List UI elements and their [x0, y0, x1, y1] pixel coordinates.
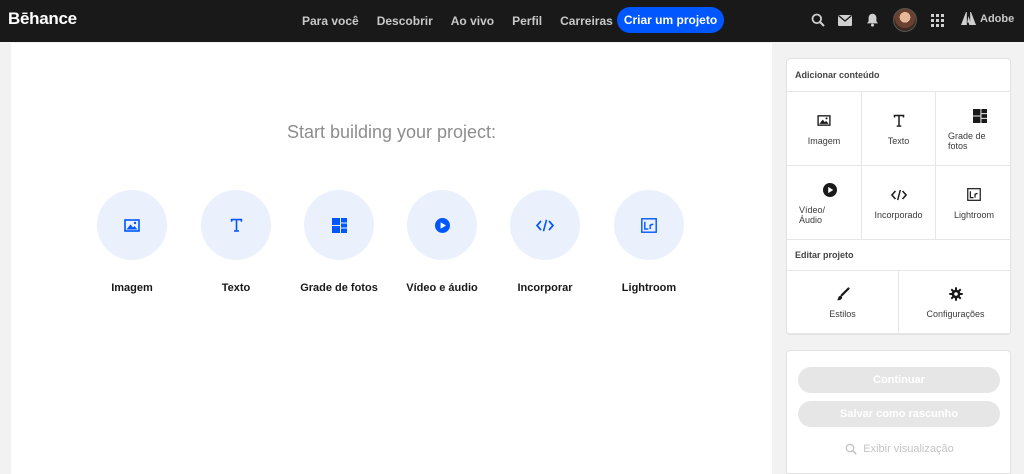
add-image-label: Imagem: [807, 135, 841, 146]
add-text-label: Texto: [887, 135, 910, 146]
photo-grid-icon: [973, 108, 987, 123]
tool-lightroom-label: Lightroom: [621, 282, 677, 294]
preview-label: Exibir visualização: [863, 443, 954, 455]
search-icon: [845, 443, 857, 455]
add-photo-grid-label: Grade de fotos: [948, 130, 986, 151]
nav-link-carreiras[interactable]: Carreiras: [560, 14, 613, 28]
search-icon[interactable]: [809, 11, 827, 29]
tool-text[interactable]: Texto: [181, 190, 291, 294]
gear-icon: [948, 287, 963, 301]
adobe-logo-icon: [961, 12, 976, 25]
edit-project-title: Editar projeto: [787, 240, 1010, 271]
settings-label: Configurações: [926, 309, 985, 319]
add-content-panel: Adicionar conteúdo Imagem Texto Grade de…: [786, 58, 1011, 335]
photo-grid-icon: [331, 217, 347, 233]
tool-photo-grid-label: Grade de fotos: [300, 282, 378, 294]
lightroom-icon: [967, 188, 981, 201]
tool-video-audio-label: Vídeo e áudio: [406, 282, 478, 294]
behance-logo[interactable]: Bēhance: [8, 9, 77, 29]
edit-project-grid: Estilos Configurações: [787, 271, 1010, 334]
nav-link-ao-vivo[interactable]: Ao vivo: [451, 14, 494, 28]
brush-icon: [836, 287, 850, 301]
tool-photo-grid[interactable]: Grade de fotos: [284, 190, 394, 294]
add-photo-grid-button[interactable]: Grade de fotos: [936, 92, 1010, 166]
add-lightroom-button[interactable]: Lightroom: [936, 166, 1010, 240]
add-text-button[interactable]: Texto: [862, 92, 936, 166]
text-icon: [230, 218, 242, 232]
tool-video-audio-button[interactable]: [407, 190, 477, 260]
add-embed-button[interactable]: Incorporado: [862, 166, 936, 240]
nav-link-perfil[interactable]: Perfil: [512, 14, 542, 28]
top-navigation-bar: Bēhance Para você Descobrir Ao vivo Perf…: [0, 0, 1024, 42]
nav-link-descobrir[interactable]: Descobrir: [377, 14, 433, 28]
tool-image-button[interactable]: [97, 190, 167, 260]
tool-embed-button[interactable]: [510, 190, 580, 260]
tool-image[interactable]: Imagem: [77, 190, 187, 294]
tool-image-label: Imagem: [111, 282, 153, 294]
main-nav: Para você Descobrir Ao vivo Perfil Carre…: [302, 0, 631, 42]
tool-embed-label: Incorporar: [517, 282, 573, 294]
publish-actions-panel: Continuar Salvar como rascunho Exibir vi…: [786, 350, 1011, 474]
adobe-label: Adobe: [980, 12, 1015, 25]
tool-lightroom-button[interactable]: [614, 190, 684, 260]
code-icon: [536, 219, 554, 231]
image-icon: [817, 115, 831, 126]
adobe-link[interactable]: Adobe: [961, 12, 1014, 25]
styles-button[interactable]: Estilos: [787, 271, 899, 334]
add-image-button[interactable]: Imagem: [787, 92, 862, 166]
bell-icon[interactable]: [863, 11, 881, 29]
nav-link-para-voce[interactable]: Para você: [302, 14, 359, 28]
project-canvas: Start building your project: Imagem Text…: [11, 43, 772, 474]
continue-button[interactable]: Continuar: [798, 367, 1000, 393]
code-icon: [890, 189, 907, 200]
settings-button[interactable]: Configurações: [899, 271, 1010, 334]
avatar[interactable]: [893, 8, 917, 32]
add-video-audio-button[interactable]: Vídeo/ Áudio: [787, 166, 862, 240]
play-icon: [434, 217, 450, 233]
mail-icon[interactable]: [836, 11, 854, 29]
start-building-heading: Start building your project:: [286, 122, 497, 142]
image-icon: [124, 218, 140, 232]
add-content-title: Adicionar conteúdo: [787, 59, 1010, 92]
save-draft-button[interactable]: Salvar como rascunho: [798, 401, 1000, 427]
styles-label: Estilos: [829, 309, 856, 319]
add-lightroom-label: Lightroom: [953, 209, 995, 220]
lightroom-icon: [641, 217, 657, 233]
play-icon: [823, 182, 837, 197]
add-embed-label: Incorporado: [874, 209, 923, 220]
text-icon: [893, 114, 904, 127]
tool-text-button[interactable]: [201, 190, 271, 260]
preview-link[interactable]: Exibir visualização: [787, 443, 1012, 455]
tool-lightroom[interactable]: Lightroom: [594, 190, 704, 294]
create-project-button[interactable]: Criar um projeto: [617, 7, 724, 33]
apps-grid-icon[interactable]: [928, 11, 946, 29]
tool-photo-grid-button[interactable]: [304, 190, 374, 260]
tool-embed[interactable]: Incorporar: [490, 190, 600, 294]
add-video-audio-label: Vídeo/ Áudio: [799, 204, 826, 225]
tool-text-label: Texto: [221, 282, 251, 294]
add-content-grid: Imagem Texto Grade de fotos Vídeo/ Áudio…: [787, 92, 1010, 240]
tool-video-audio[interactable]: Vídeo e áudio: [387, 190, 497, 294]
